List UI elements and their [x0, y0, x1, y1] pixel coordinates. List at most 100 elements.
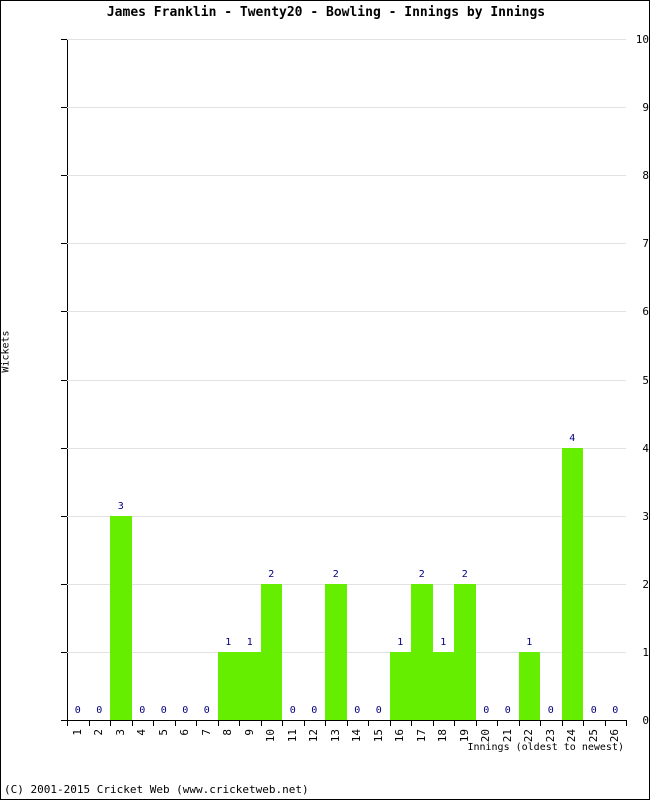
gridline: [67, 175, 626, 177]
x-tick-mark: [583, 721, 584, 726]
bar-value-label: 1: [246, 636, 253, 648]
x-tick-mark: [196, 721, 197, 726]
gridline: [67, 39, 626, 40]
bar-value-label: 0: [203, 705, 210, 716]
gridline: [67, 311, 626, 313]
x-axis-title: Innings (oldest to newest): [467, 742, 624, 753]
x-tick-mark: [303, 721, 305, 726]
bar-value-label: 0: [311, 705, 318, 716]
bar-value-label: 3: [117, 500, 124, 512]
bar-value-label: 2: [268, 568, 275, 580]
x-tick-label: 26: [608, 729, 622, 743]
x-tick-label: 23: [543, 729, 557, 743]
bar: [389, 651, 411, 720]
x-tick-mark: [518, 721, 520, 726]
bar-value-label: 0: [483, 705, 490, 716]
x-tick-mark: [389, 721, 391, 726]
x-tick-mark: [561, 721, 563, 726]
x-tick-mark: [454, 721, 455, 726]
bar-value-label: 1: [225, 636, 232, 648]
bar-value-label: 2: [418, 568, 425, 580]
bar-value-label: 0: [96, 705, 103, 716]
x-tick-label: 20: [479, 729, 493, 743]
x-tick-label: 25: [586, 729, 600, 743]
gridline: [67, 583, 626, 585]
x-tick-label: 1: [70, 729, 84, 736]
bar-value-label: 2: [461, 568, 468, 580]
x-tick-label: 14: [350, 729, 364, 743]
x-tick-mark: [282, 721, 283, 726]
x-tick-label: 6: [178, 729, 192, 736]
plot-area: [67, 39, 626, 720]
bar-value-label: 0: [182, 705, 189, 716]
x-tick-label: 13: [328, 729, 342, 743]
x-tick-mark: [346, 721, 348, 726]
x-tick-label: 24: [565, 729, 579, 743]
x-tick-mark: [239, 721, 240, 726]
x-tick-mark: [153, 721, 154, 726]
x-tick-label: 4: [135, 729, 149, 736]
x-tick-mark: [88, 721, 90, 726]
x-tick-label: 5: [156, 729, 170, 736]
x-tick-label: 18: [436, 729, 450, 743]
x-tick-label: 10: [264, 729, 278, 743]
x-tick-mark: [626, 721, 627, 726]
x-tick-mark: [217, 721, 219, 726]
bar-value-label: 0: [375, 705, 382, 716]
x-tick-label: 7: [199, 729, 213, 736]
page-title: James Franklin - Twenty20 - Bowling - In…: [106, 5, 546, 20]
gridline: [67, 107, 626, 109]
x-tick-label: 3: [113, 729, 127, 736]
x-tick-label: 15: [371, 729, 385, 743]
x-tick-mark: [368, 721, 369, 726]
bar-value-label: 4: [569, 432, 576, 444]
bar-value-label: 0: [504, 705, 511, 716]
x-tick-mark: [174, 721, 176, 726]
bar: [411, 583, 433, 720]
x-tick-label: 22: [522, 729, 536, 743]
x-tick-label: 12: [307, 729, 321, 743]
bar: [432, 651, 454, 720]
x-tick-mark: [475, 721, 477, 726]
bar: [217, 651, 239, 720]
x-tick-label: 17: [414, 729, 428, 743]
copyright-footer: (C) 2001-2015 Cricket Web (www.cricketwe…: [4, 783, 309, 796]
gridline: [67, 447, 626, 449]
y-axis-title: Wickets: [0, 330, 12, 373]
bar-value-label: 0: [289, 705, 296, 716]
bar-value-label: 0: [74, 705, 81, 716]
gridline: [67, 379, 626, 381]
bar: [110, 515, 132, 720]
x-tick-mark: [325, 721, 326, 726]
x-tick-mark: [131, 721, 133, 726]
gridline: [67, 515, 626, 517]
x-tick-mark: [67, 721, 68, 726]
bar-value-label: 1: [440, 636, 447, 648]
bar: [518, 651, 540, 720]
bar-value-label: 2: [332, 568, 339, 580]
x-tick-mark: [432, 721, 434, 726]
x-tick-mark: [497, 721, 498, 726]
gridline: [67, 243, 626, 245]
x-tick-label: 16: [393, 729, 407, 743]
bar-value-label: 0: [160, 705, 167, 716]
gridline: [67, 651, 626, 653]
x-tick-label: 8: [221, 729, 235, 736]
x-tick-mark: [110, 721, 111, 726]
x-tick-mark: [540, 721, 541, 726]
bar-value-label: 0: [139, 705, 146, 716]
bar: [239, 651, 261, 720]
x-tick-label: 19: [457, 729, 471, 743]
x-tick-label: 9: [242, 729, 256, 736]
chart-page: James Franklin - Twenty20 - Bowling - In…: [0, 0, 650, 800]
x-tick-mark: [411, 721, 412, 726]
x-tick-label: 11: [285, 729, 299, 743]
bar: [561, 447, 583, 720]
x-tick-label: 2: [92, 729, 106, 736]
x-tick-label: 21: [500, 729, 514, 743]
x-tick-mark: [260, 721, 262, 726]
bar-value-label: 0: [547, 705, 554, 716]
bar-value-label: 0: [590, 705, 597, 716]
bar: [325, 583, 347, 720]
bar-value-label: 1: [397, 636, 404, 648]
